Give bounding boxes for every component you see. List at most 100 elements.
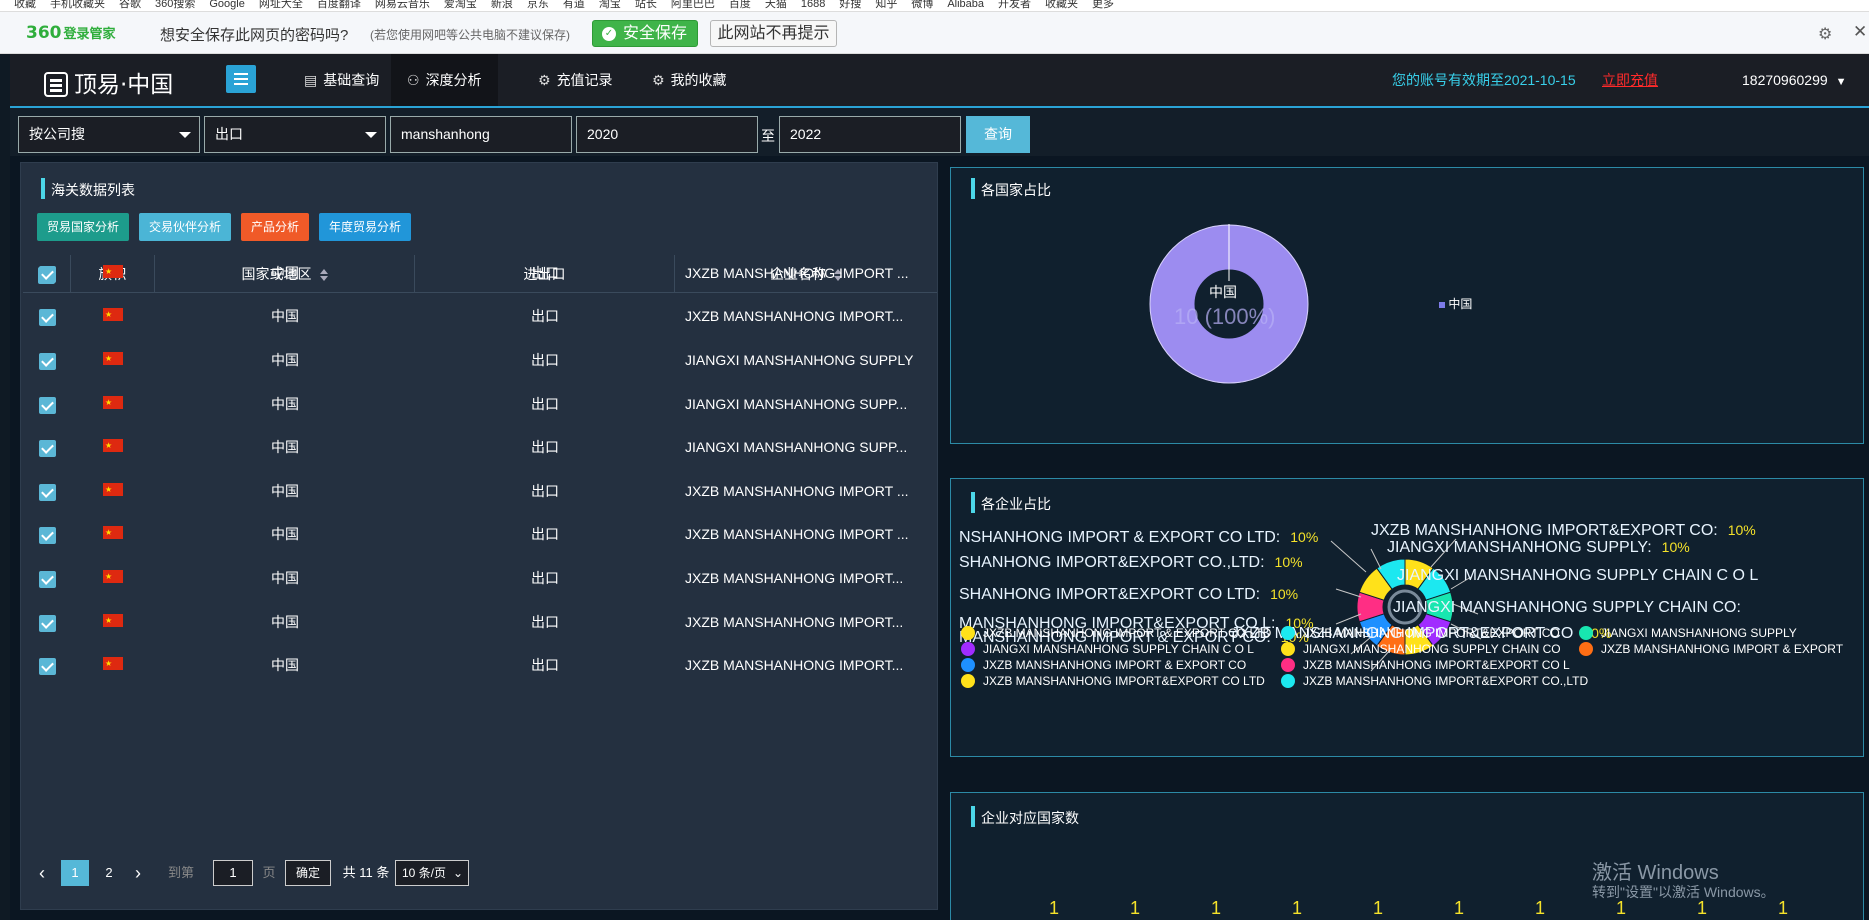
row-checkbox[interactable] xyxy=(23,568,71,588)
bookmark-item[interactable]: 站长 xyxy=(635,0,657,11)
activate-windows-watermark: 激活 Windows xyxy=(1592,862,1719,884)
bookmark-item[interactable]: 网址大全 xyxy=(259,0,303,11)
row-checkbox[interactable] xyxy=(23,524,71,544)
row-checkbox[interactable] xyxy=(23,481,71,501)
partner-analysis-button[interactable]: 交易伙伴分析 xyxy=(139,213,232,241)
donut-center-label: 中国 xyxy=(1209,284,1237,300)
account-expiry: 您的账号有效期至2021-10-15 xyxy=(1392,72,1576,88)
legend-item[interactable]: JXZB MANSHANHONG IMPORT & EXPORT xyxy=(1579,642,1843,656)
bookmark-item[interactable]: 手机收藏夹 xyxy=(50,0,105,11)
bookmark-item[interactable]: 1688 xyxy=(801,0,825,10)
page-size-select[interactable]: 10 条/页 ⌄ xyxy=(395,860,469,886)
company-cell[interactable]: JXZB MANSHANHONG IMPORT... xyxy=(675,655,937,675)
china-flag-icon xyxy=(71,394,155,414)
tab-recharge-records[interactable]: ⚙ 充值记录 xyxy=(522,54,629,106)
tab-deep-analysis[interactable]: ⚇ 深度分析 xyxy=(391,54,498,106)
book-icon xyxy=(44,72,68,97)
row-checkbox[interactable] xyxy=(23,263,71,283)
legend-item[interactable]: JIANGXI MANSHANHONG SUPPLY CHAIN CO xyxy=(1281,642,1561,656)
user-menu[interactable]: 18270960299 ▼ xyxy=(1742,54,1847,108)
bookmark-item[interactable]: Alibaba xyxy=(947,0,984,10)
country-share-panel: 各国家占比 中国 10 (100%) 中国 xyxy=(950,167,1864,444)
company-cell[interactable]: JXZB MANSHANHONG IMPORT ... xyxy=(675,524,937,544)
bookmark-item[interactable]: 收藏夹 xyxy=(1045,0,1078,11)
legend-item[interactable]: JXZB MANSHANHONG IMPORT & EXPORT CO xyxy=(961,658,1246,672)
legend-item[interactable]: JIANGXI MANSHANHONG SUPPLY xyxy=(1579,626,1797,640)
bookmark-item[interactable]: 收藏 xyxy=(14,0,36,11)
close-icon[interactable]: ✕ xyxy=(1853,22,1867,42)
bookmark-item[interactable]: 天猫 xyxy=(765,0,787,11)
bookmark-item[interactable]: 京东 xyxy=(527,0,549,11)
recharge-link[interactable]: 立即充值 xyxy=(1602,54,1658,106)
safe-save-button[interactable]: ✓ 安全保存 xyxy=(592,20,698,47)
bookmark-item[interactable]: 爱淘宝 xyxy=(444,0,477,11)
bookmark-item[interactable]: 谷歌 xyxy=(119,0,141,11)
bookmark-item[interactable]: 百度 xyxy=(729,0,751,11)
year-from-input[interactable]: 2020 xyxy=(576,116,758,153)
brand-logo[interactable]: 顶易·中国 xyxy=(44,65,173,99)
confirm-button[interactable]: 确定 xyxy=(285,860,331,886)
tab-basic-query[interactable]: ▤ 基础查询 xyxy=(288,54,395,106)
legend-item[interactable]: JXZB MANSHANHONG IMPORT&EXPORT CO xyxy=(1281,626,1560,640)
company-cell[interactable]: JXZB MANSHANHONG IMPORT ... xyxy=(675,481,937,501)
bookmark-item[interactable]: 开发者 xyxy=(998,0,1031,11)
goto-page-input[interactable]: 1 xyxy=(213,860,253,886)
leader-line xyxy=(1335,588,1362,598)
panel-title: 海关数据列表 xyxy=(41,178,135,200)
caret-down-icon: ▼ xyxy=(1835,76,1847,88)
bookmark-item[interactable]: 百度翻译 xyxy=(317,0,361,11)
prev-page-icon[interactable]: ‹ xyxy=(35,860,49,886)
direction-cell: 出口 xyxy=(531,352,559,368)
next-page-icon[interactable]: › xyxy=(131,860,145,886)
row-checkbox[interactable] xyxy=(23,655,71,675)
bookmark-item[interactable]: 阿里巴巴 xyxy=(671,0,715,11)
company-cell[interactable]: JXZB MANSHANHONG IMPORT... xyxy=(675,612,937,632)
legend-item[interactable]: JXZB MANSHANHONG IMPORT & EXPORT CO LTD xyxy=(961,626,1271,640)
query-button[interactable]: 查询 xyxy=(966,116,1030,153)
company-cell[interactable]: JXZB MANSHANHONG IMPORT ... xyxy=(675,263,937,283)
row-checkbox[interactable] xyxy=(23,306,71,326)
bookmark-item[interactable]: 新浪 xyxy=(491,0,513,11)
bookmark-item[interactable]: 网易云音乐 xyxy=(375,0,430,11)
direction-select[interactable]: 出口 xyxy=(204,116,386,153)
search-mode-select[interactable]: 按公司搜 xyxy=(18,116,200,153)
bookmark-item[interactable]: 有道 xyxy=(563,0,585,11)
page-2-button[interactable]: 2 xyxy=(95,860,123,886)
legend-item[interactable]: JXZB MANSHANHONG IMPORT&EXPORT CO L xyxy=(1281,658,1570,672)
gear-icon[interactable]: ⚙ xyxy=(1818,24,1832,44)
table-row[interactable]: 中国 出口 JXZB MANSHANHONG IMPORT... xyxy=(23,655,937,707)
bookmark-item[interactable]: 更多 xyxy=(1092,0,1114,11)
legend-item[interactable]: JXZB MANSHANHONG IMPORT&EXPORT CO LTD xyxy=(961,674,1265,688)
row-checkbox[interactable] xyxy=(23,612,71,632)
bookmark-item[interactable]: 好搜 xyxy=(839,0,861,11)
trade-country-analysis-button[interactable]: 贸易国家分析 xyxy=(37,213,130,241)
gear-icon: ⚙ xyxy=(652,72,665,88)
china-flag-icon xyxy=(71,437,155,457)
bookmark-item[interactable]: 微博 xyxy=(911,0,933,11)
tab-my-favorites[interactable]: ⚙ 我的收藏 xyxy=(636,54,743,106)
page-1-button[interactable]: 1 xyxy=(61,860,89,886)
row-checkbox[interactable] xyxy=(23,350,71,370)
company-cell[interactable]: JIANGXI MANSHANHONG SUPP... xyxy=(675,437,937,457)
bookmark-item[interactable]: 360搜索 xyxy=(155,0,195,11)
company-cell[interactable]: JXZB MANSHANHONG IMPORT... xyxy=(675,306,937,326)
legend-china[interactable]: 中国 xyxy=(1439,295,1472,312)
menu-toggle-button[interactable] xyxy=(226,65,256,93)
legend-item[interactable]: JXZB MANSHANHONG IMPORT&EXPORT CO.,LTD xyxy=(1281,674,1588,688)
year-to-input[interactable]: 2022 xyxy=(779,116,961,153)
bookmark-item[interactable]: 淘宝 xyxy=(599,0,621,11)
bookmark-item[interactable]: Google xyxy=(209,0,244,10)
bookmark-item[interactable]: 知乎 xyxy=(875,0,897,11)
company-cell[interactable]: JIANGXI MANSHANHONG SUPP... xyxy=(675,394,937,414)
keyword-input[interactable]: manshanhong xyxy=(390,116,572,153)
row-checkbox[interactable] xyxy=(23,437,71,457)
company-cell[interactable]: JIANGXI MANSHANHONG SUPPLY xyxy=(675,350,937,370)
row-checkbox[interactable] xyxy=(23,394,71,414)
product-analysis-button[interactable]: 产品分析 xyxy=(241,213,310,241)
direction-cell: 出口 xyxy=(531,308,559,324)
legend-swatch xyxy=(1281,674,1295,688)
never-prompt-button[interactable]: 此网站不再提示 xyxy=(710,20,837,47)
company-cell[interactable]: JXZB MANSHANHONG IMPORT... xyxy=(675,568,937,588)
annual-trade-analysis-button[interactable]: 年度贸易分析 xyxy=(319,213,412,241)
legend-item[interactable]: JIANGXI MANSHANHONG SUPPLY CHAIN C O L xyxy=(961,642,1254,656)
